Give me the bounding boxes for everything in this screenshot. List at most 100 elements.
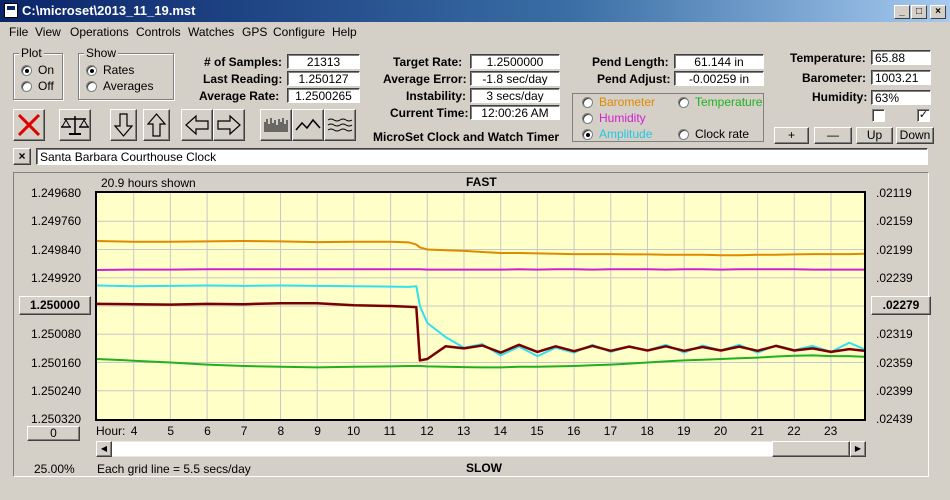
- hour-tick-label: 20: [713, 424, 728, 438]
- close-window-button[interactable]: ×: [930, 5, 946, 19]
- average-rate-label: Average Rate:: [199, 89, 280, 103]
- move-up-button[interactable]: [143, 109, 170, 141]
- line-graph-icon: [295, 118, 321, 131]
- sensor-humidity-radio[interactable]: [582, 113, 593, 124]
- plot-on-radio[interactable]: [21, 65, 32, 76]
- clock-name-input[interactable]: Santa Barbara Courthouse Clock: [36, 148, 928, 165]
- arrow-left-icon: [185, 114, 209, 136]
- sensor-amplitude-label[interactable]: Amplitude: [599, 127, 652, 141]
- menu-configure[interactable]: Configure: [273, 25, 325, 39]
- scrollbar-track[interactable]: [112, 442, 772, 456]
- clear-name-button[interactable]: ×: [13, 148, 31, 165]
- wave-graph-icon: [327, 118, 353, 132]
- average-error-label: Average Error:: [383, 72, 467, 86]
- show-averages-label[interactable]: Averages: [103, 79, 153, 93]
- samples-label: # of Samples:: [204, 55, 283, 69]
- average-error-value: -1.8 sec/day: [470, 71, 560, 86]
- minimize-button[interactable]: _: [894, 5, 910, 19]
- slow-label: SLOW: [466, 461, 502, 475]
- bar-graph-button[interactable]: [260, 109, 292, 141]
- right-tick-label: .02319: [876, 327, 913, 342]
- hour-tick-label: 23: [823, 424, 838, 438]
- series-line-humidity: [97, 268, 864, 271]
- sensor-amplitude-radio[interactable]: [582, 129, 593, 140]
- horizontal-scrollbar[interactable]: ◀ ▶: [96, 441, 866, 457]
- scrollbar-thumb[interactable]: [772, 441, 850, 457]
- pend-adjust-label: Pend Adjust:: [597, 72, 671, 86]
- sensor-humidity-label[interactable]: Humidity: [599, 111, 646, 125]
- barometer-value: 1003.21: [871, 70, 931, 85]
- right-tick-label: .02119: [876, 186, 912, 200]
- scroll-right-arrow[interactable]: ▶: [850, 441, 866, 457]
- wave-graph-button[interactable]: [324, 109, 356, 141]
- red-x-icon: [17, 113, 41, 137]
- hours-shown-label: 20.9 hours shown: [101, 176, 196, 190]
- center-left-button[interactable]: 1.250000: [19, 296, 91, 315]
- left-tick-label: 1.249920: [31, 270, 82, 285]
- offset-button[interactable]: 0: [27, 426, 80, 441]
- balance-button[interactable]: [59, 109, 91, 141]
- zoom-minus-button[interactable]: —: [814, 127, 852, 144]
- hour-tick-label: 15: [530, 424, 544, 438]
- menu-bar: File View Operations Controls Watches GP…: [0, 22, 950, 42]
- sensor-clock-rate-label[interactable]: Clock rate: [695, 127, 749, 141]
- menu-view[interactable]: View: [35, 25, 61, 39]
- average-rate-value: 1.2500265: [287, 88, 360, 103]
- sensor-temperature-radio[interactable]: [678, 97, 689, 108]
- menu-watches[interactable]: Watches: [188, 25, 234, 39]
- pend-length-value[interactable]: 61.144 in: [674, 54, 764, 69]
- move-left-button[interactable]: [181, 109, 213, 141]
- bar-graph-icon: [264, 118, 288, 132]
- hour-tick-label: 19: [677, 424, 691, 438]
- plot-on-label[interactable]: On: [38, 63, 54, 77]
- hour-tick-label: 22: [787, 424, 801, 438]
- clear-button[interactable]: [13, 109, 45, 141]
- menu-gps[interactable]: GPS: [242, 25, 267, 39]
- maximize-button[interactable]: □: [911, 5, 927, 19]
- center-right-button[interactable]: .02279: [871, 296, 931, 315]
- scroll-down-button[interactable]: Down: [896, 127, 934, 144]
- left-tick-label: 1.249680: [31, 186, 82, 200]
- plot-off-label[interactable]: Off: [38, 79, 54, 93]
- menu-help[interactable]: Help: [332, 25, 357, 39]
- show-averages-radio[interactable]: [86, 81, 97, 92]
- title-bar[interactable]: C:\microset\2013_11_19.mst _ □ ×: [0, 0, 950, 22]
- hour-tick-label: 10: [346, 424, 361, 438]
- show-rates-radio[interactable]: [86, 65, 97, 76]
- sensor-barometer-label[interactable]: Barometer: [599, 95, 655, 109]
- menu-operations[interactable]: Operations: [70, 25, 129, 39]
- line-graph-button[interactable]: [292, 109, 324, 141]
- scroll-left-arrow[interactable]: ◀: [96, 441, 112, 457]
- plot-area[interactable]: [95, 191, 866, 421]
- hour-tick-label: 9: [314, 424, 321, 438]
- app-icon[interactable]: [4, 3, 18, 18]
- target-rate-value[interactable]: 1.2500000: [470, 54, 560, 69]
- menu-controls[interactable]: Controls: [136, 25, 181, 39]
- hour-axis-label: Hour:: [96, 424, 126, 438]
- scroll-up-button[interactable]: Up: [856, 127, 893, 144]
- hour-tick-label: 5: [167, 424, 175, 438]
- series-line-clock-rate: [97, 301, 864, 362]
- app-name-label: MicroSet Clock and Watch Timer: [373, 130, 560, 144]
- barometer-label: Barometer:: [802, 71, 867, 85]
- show-rates-label[interactable]: Rates: [103, 63, 134, 77]
- humidity-label: Humidity:: [812, 90, 868, 104]
- balance-scale-icon: [61, 116, 89, 135]
- series-line-barometer: [97, 240, 864, 257]
- percent-label: 25.00%: [34, 462, 75, 476]
- plot-off-radio[interactable]: [21, 81, 32, 92]
- move-down-button[interactable]: [110, 109, 137, 141]
- hour-tick-label: 11: [383, 424, 397, 438]
- move-right-button[interactable]: [213, 109, 245, 141]
- right-tick-label: .02359: [876, 355, 913, 370]
- sensor-barometer-radio[interactable]: [582, 97, 593, 108]
- sensor-clock-rate-radio[interactable]: [678, 129, 689, 140]
- arrow-right-icon: [217, 114, 241, 136]
- env-checkbox-1[interactable]: [872, 109, 885, 122]
- zoom-plus-button[interactable]: +: [774, 127, 809, 144]
- rate-chart: [97, 193, 864, 419]
- env-checkbox-2[interactable]: ✓: [917, 109, 930, 122]
- arrow-down-icon: [113, 113, 134, 137]
- menu-file[interactable]: File: [9, 25, 28, 39]
- sensor-temperature-label[interactable]: Temperature: [695, 95, 762, 109]
